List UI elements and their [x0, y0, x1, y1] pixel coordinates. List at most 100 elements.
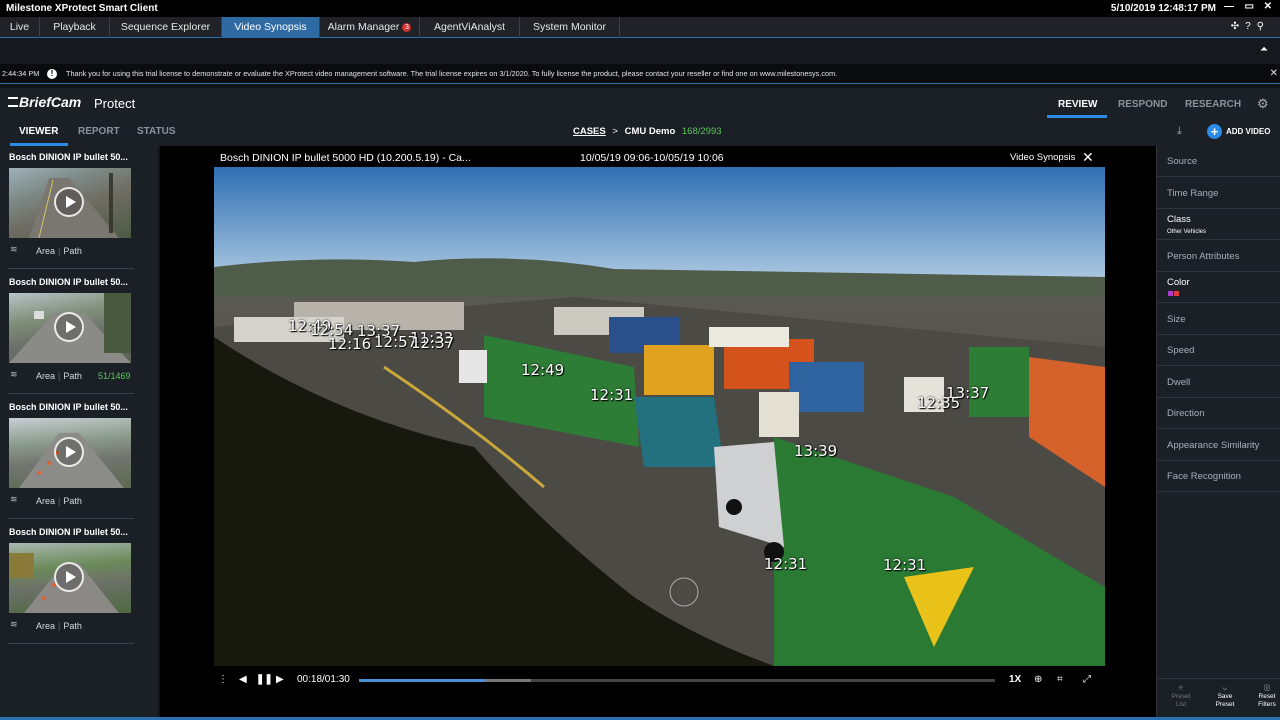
tab-system-monitor[interactable]: System Monitor	[520, 17, 620, 38]
logo-lines-icon	[8, 97, 18, 107]
color-swatch	[1174, 291, 1179, 296]
preset-list-button[interactable]: ⚟ Preset List	[1167, 685, 1195, 709]
synopsis-timestamp[interactable]: 12:16	[328, 335, 371, 353]
breadcrumb-case-name: CMU Demo	[624, 126, 676, 137]
area-link[interactable]: Area	[36, 621, 55, 631]
pin-icon[interactable]: ⚲	[1257, 21, 1270, 32]
layers-icon: ≋	[10, 244, 18, 254]
nav-research[interactable]: RESEARCH	[1185, 99, 1241, 110]
close-icon[interactable]: ✕	[1264, 1, 1272, 12]
more-options-icon[interactable]: ⋮	[218, 674, 228, 685]
close-video-icon[interactable]: ✕	[1082, 149, 1094, 166]
zoom-icon[interactable]: ⊕	[1034, 674, 1042, 685]
add-video-button[interactable]: + ADD VIDEO	[1207, 124, 1270, 140]
briefcam-header: BriefCam Protect REVIEW RESPOND RESEARCH…	[0, 88, 1280, 118]
play-icon[interactable]	[54, 187, 84, 217]
path-link[interactable]: Path	[63, 371, 82, 381]
pause-icon[interactable]: ❚❚	[256, 674, 273, 685]
layers-icon: ≋	[10, 494, 18, 504]
save-preset-icon: ⌵	[1222, 685, 1228, 692]
network-icon[interactable]: ✣	[1231, 21, 1245, 32]
filter-color[interactable]: Color	[1157, 272, 1280, 303]
filter-appearance-similarity[interactable]: Appearance Similarity	[1157, 430, 1280, 461]
play-icon[interactable]	[54, 312, 84, 342]
subnav-viewer[interactable]: VIEWER	[19, 126, 58, 137]
filter-class[interactable]: Class Other Vehicles	[1157, 209, 1280, 240]
step-forward-icon[interactable]: ▶	[276, 674, 284, 685]
subnav-report[interactable]: REPORT	[78, 126, 120, 137]
breadcrumb-separator: >	[612, 126, 618, 137]
subnav-status[interactable]: STATUS	[137, 126, 176, 137]
toolbar-strip: ⏶	[0, 38, 1280, 64]
help-icon[interactable]: ?	[1245, 21, 1257, 32]
tab-playback[interactable]: Playback	[40, 17, 110, 38]
filter-dwell[interactable]: Dwell	[1157, 367, 1280, 398]
filter-actions: ⚟ Preset List ⌵ Save Preset ⓘ Reset Filters	[1157, 678, 1280, 720]
fullscreen-icon[interactable]: ⤢	[1083, 674, 1091, 685]
breadcrumb-count: 168/2993	[681, 126, 722, 137]
synopsis-timestamp[interactable]: 12:31	[764, 555, 807, 573]
area-link[interactable]: Area	[36, 371, 55, 381]
synopsis-timestamp[interactable]: 12:35	[917, 394, 960, 412]
breadcrumb-cases[interactable]: CASES	[573, 126, 606, 137]
nav-respond[interactable]: RESPOND	[1118, 99, 1167, 110]
playback-timeline[interactable]	[359, 679, 995, 682]
clock: 5/10/2019 12:48:17 PM	[1110, 3, 1216, 14]
synopsis-timestamp[interactable]: 12:31	[590, 386, 633, 404]
area-link[interactable]: Area	[36, 496, 55, 506]
filter-time-range[interactable]: Time Range	[1157, 178, 1280, 209]
notice-text: Thank you for using this trial license t…	[66, 69, 838, 78]
settings-gear-icon[interactable]: ⚙	[1257, 96, 1269, 112]
tab-video-synopsis[interactable]: Video Synopsis	[222, 17, 320, 38]
minimize-icon[interactable]: —	[1224, 1, 1234, 12]
filter-person-attributes[interactable]: Person Attributes	[1157, 241, 1280, 272]
camera-thumbnail[interactable]	[9, 543, 131, 613]
alarm-count-badge: 3	[402, 23, 412, 32]
dismiss-notice-icon[interactable]: ✕	[1270, 64, 1278, 84]
camera-card[interactable]: Bosch DINION IP bullet 50... ≋ Area | Path	[0, 396, 158, 521]
synopsis-timestamp[interactable]: 12:37	[411, 334, 454, 352]
camera-card[interactable]: Bosch DINION IP bullet 50... ≋ Area | Path…	[0, 271, 158, 396]
camera-title: Bosch DINION IP bullet 50...	[9, 152, 128, 162]
collapse-icon[interactable]: ⏶	[1260, 44, 1268, 55]
filter-direction[interactable]: Direction	[1157, 398, 1280, 429]
path-link[interactable]: Path	[63, 496, 82, 506]
nav-review[interactable]: REVIEW	[1058, 99, 1097, 110]
download-icon[interactable]: ⤓	[1177, 125, 1182, 138]
briefcam-logo: BriefCam	[8, 94, 81, 110]
play-icon[interactable]	[54, 562, 84, 592]
filter-class-value: Other Vehicles	[1167, 229, 1207, 235]
path-link[interactable]: Path	[63, 246, 82, 256]
filter-speed[interactable]: Speed	[1157, 335, 1280, 366]
tab-live[interactable]: Live	[0, 17, 40, 38]
tab-sequence-explorer[interactable]: Sequence Explorer	[110, 17, 222, 38]
reset-filters-button[interactable]: ⓘ Reset Filters	[1253, 685, 1280, 709]
maximize-icon[interactable]: ▭	[1245, 1, 1254, 12]
step-back-icon[interactable]: ◀	[239, 674, 247, 685]
camera-list-panel: Bosch DINION IP bullet 50... ≋ Area | Path…	[0, 146, 158, 720]
video-camera-title: Bosch DINION IP bullet 5000 HD (10.200.5…	[220, 152, 471, 164]
camera-thumbnail[interactable]	[9, 293, 131, 363]
breadcrumb: CASES > CMU Demo 168/2993	[573, 126, 722, 137]
synopsis-timestamp[interactable]: 13:39	[794, 442, 837, 460]
filter-face-recognition[interactable]: Face Recognition	[1157, 461, 1280, 492]
camera-card[interactable]: Bosch DINION IP bullet 50... ≋ Area | Path	[0, 521, 158, 646]
path-link[interactable]: Path	[63, 621, 82, 631]
save-preset-button[interactable]: ⌵ Save Preset	[1211, 685, 1239, 709]
filter-size[interactable]: Size	[1157, 304, 1280, 335]
sub-header: VIEWER REPORT STATUS CASES > CMU Demo 16…	[0, 118, 1280, 146]
crop-icon[interactable]: ⌗	[1057, 674, 1063, 685]
tab-agentvi-analyst[interactable]: AgentViAnalyst	[420, 17, 520, 38]
layers-icon: ≋	[10, 369, 18, 379]
playback-speed[interactable]: 1X	[1009, 674, 1021, 685]
play-icon[interactable]	[54, 437, 84, 467]
video-frame[interactable]: 12:49 12:54 13:37 11:33 12:16 12:57 12:3…	[214, 167, 1105, 666]
area-link[interactable]: Area	[36, 246, 55, 256]
tab-alarm-manager[interactable]: Alarm Manager 3	[320, 17, 420, 38]
synopsis-timestamp[interactable]: 12:49	[521, 361, 564, 379]
camera-thumbnail[interactable]	[9, 168, 131, 238]
synopsis-timestamp[interactable]: 12:31	[883, 556, 926, 574]
filter-source[interactable]: Source	[1157, 146, 1280, 177]
camera-thumbnail[interactable]	[9, 418, 131, 488]
camera-card[interactable]: Bosch DINION IP bullet 50... ≋ Area | Path	[0, 146, 158, 271]
